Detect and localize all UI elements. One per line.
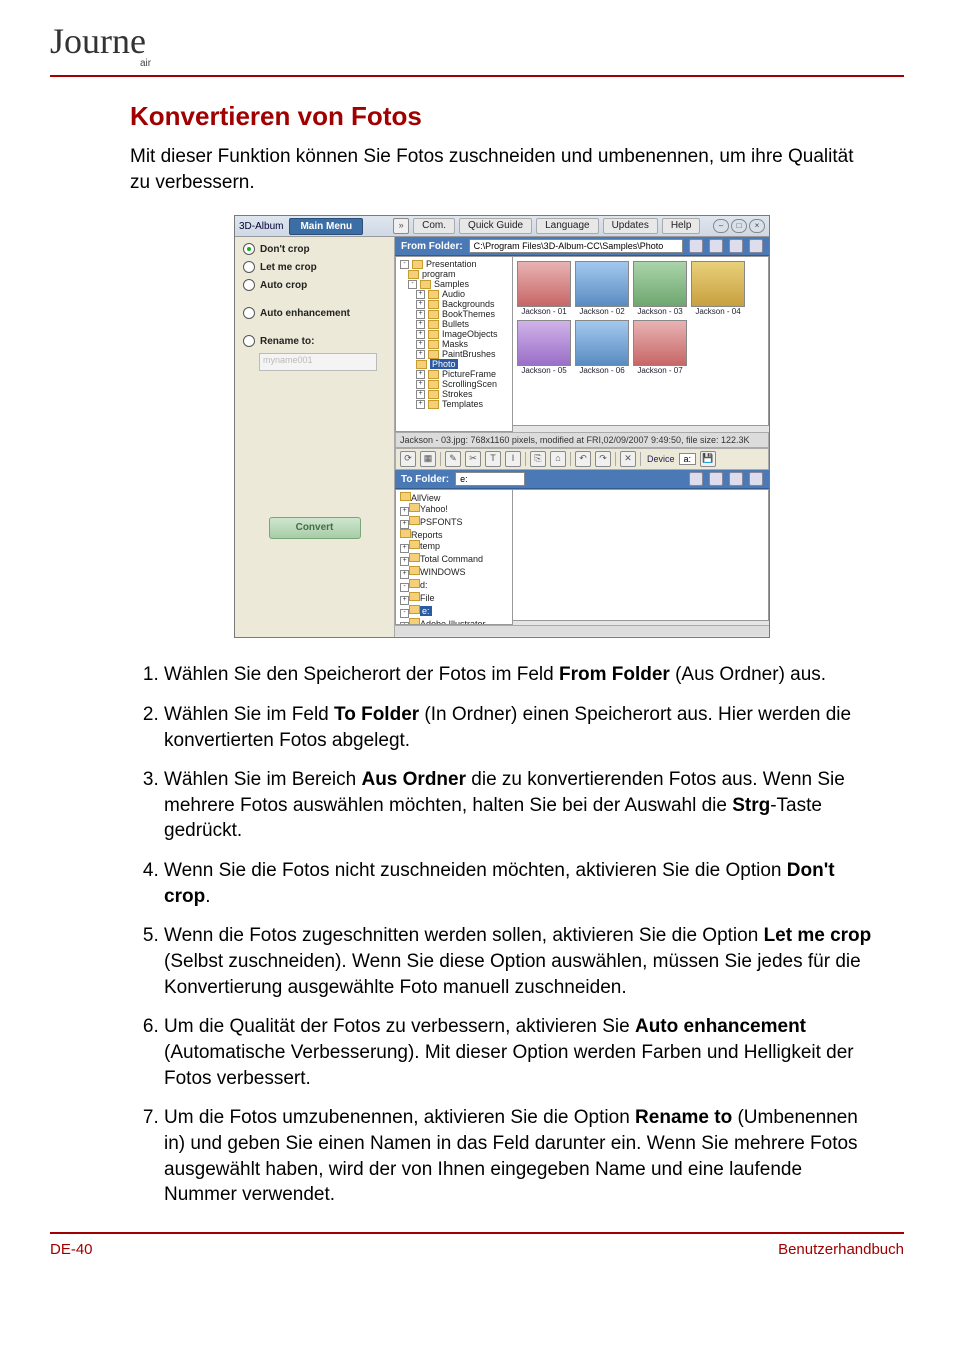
app-screenshot: 3D-Album Main Menu » Com. Quick Guide La… (234, 215, 770, 638)
close-icon[interactable]: × (749, 219, 765, 233)
from-folder-tree[interactable]: -Presentation program -Samples +Audio +B… (395, 256, 513, 432)
tool-icon[interactable] (709, 239, 723, 253)
rename-input[interactable]: myname001 (259, 353, 377, 371)
from-thumbnails[interactable]: Jackson - 01 Jackson - 02 Jackson - 03 J… (513, 256, 769, 426)
main-menu-button[interactable]: Main Menu (289, 218, 363, 235)
from-folder-path[interactable]: C:\Program Files\3D-Album-CC\Samples\Pho… (469, 239, 683, 253)
tool-icon[interactable] (729, 239, 743, 253)
tool-icon[interactable]: ⌂ (550, 451, 566, 467)
thumb[interactable]: Jackson - 05 (517, 320, 571, 375)
thumb[interactable]: Jackson - 01 (517, 261, 571, 316)
option-rename-to[interactable]: Rename to: (243, 335, 386, 347)
page-number: DE-40 (50, 1241, 93, 1258)
tool-icon[interactable] (689, 239, 703, 253)
from-folder-bar: From Folder: C:\Program Files\3D-Album-C… (395, 237, 769, 256)
menu-quick-guide[interactable]: Quick Guide (459, 218, 532, 234)
to-folder-path[interactable]: e: (455, 472, 525, 486)
tool-icon[interactable] (729, 472, 743, 486)
to-folder-bar: To Folder: e: (395, 470, 769, 489)
status-line: Jackson - 03.jpg: 768x1160 pixels, modif… (395, 432, 769, 448)
from-folder-label: From Folder: (401, 241, 463, 252)
menu-language[interactable]: Language (536, 218, 599, 234)
device-label: Device (647, 454, 675, 464)
intro-text: Mit dieser Funktion können Sie Fotos zus… (130, 144, 874, 195)
tool-icon[interactable]: ▦ (420, 451, 436, 467)
option-dont-crop[interactable]: Don't crop (243, 243, 386, 255)
redo-icon[interactable]: ↷ (595, 451, 611, 467)
device-select[interactable]: a: (679, 453, 697, 465)
thumb[interactable]: Jackson - 07 (633, 320, 687, 375)
to-folder-label: To Folder: (401, 474, 449, 485)
maximize-icon[interactable]: □ (731, 219, 747, 233)
tool-icon[interactable] (749, 239, 763, 253)
minimize-icon[interactable]: – (713, 219, 729, 233)
tool-icon[interactable] (689, 472, 703, 486)
thumb[interactable]: Jackson - 02 (575, 261, 629, 316)
delete-icon[interactable]: ✕ (620, 451, 636, 467)
header-rule (50, 75, 904, 77)
step-2: Wählen Sie im Feld To Folder (In Ordner)… (164, 702, 874, 753)
section-title: Konvertieren von Fotos (130, 101, 874, 132)
tool-icon[interactable] (709, 472, 723, 486)
toolbar: ⟳ ▦ ✎ ✂ T I ⎘ ⌂ ↶ ↷ (395, 448, 769, 470)
step-7: Um die Fotos umzubenennen, aktivieren Si… (164, 1105, 874, 1208)
device-icon[interactable]: 💾 (700, 451, 716, 467)
thumb[interactable]: Jackson - 03 (633, 261, 687, 316)
step-6: Um die Qualität der Fotos zu verbessern,… (164, 1014, 874, 1091)
step-1: Wählen Sie den Speicherort der Fotos im … (164, 662, 874, 688)
tool-icon[interactable]: T (485, 451, 501, 467)
logo: Journe air (50, 20, 904, 69)
tool-icon[interactable]: ✂ (465, 451, 481, 467)
steps-list: Wählen Sie den Speicherort der Fotos im … (130, 662, 874, 1208)
step-5: Wenn die Fotos zugeschnitten werden soll… (164, 923, 874, 1000)
menu-help[interactable]: Help (662, 218, 701, 234)
tool-icon[interactable]: ⟳ (400, 451, 416, 467)
thumb[interactable]: Jackson - 04 (691, 261, 745, 316)
menu-updates[interactable]: Updates (603, 218, 658, 234)
convert-button[interactable]: Convert (269, 517, 361, 539)
undo-icon[interactable]: ↶ (575, 451, 591, 467)
menu-com[interactable]: Com. (413, 218, 455, 234)
to-folder-tree[interactable]: AllView +Yahoo! +PSFONTS Reports +temp +… (395, 489, 513, 625)
nav-icon[interactable]: » (393, 218, 409, 234)
option-let-me-crop[interactable]: Let me crop (243, 261, 386, 273)
tool-icon[interactable]: ✎ (445, 451, 461, 467)
app-title: 3D-Album (239, 221, 283, 232)
step-4: Wenn Sie die Fotos nicht zuschneiden möc… (164, 858, 874, 909)
tool-icon[interactable]: ⎘ (530, 451, 546, 467)
to-thumbnails[interactable] (513, 489, 769, 621)
thumb[interactable]: Jackson - 06 (575, 320, 629, 375)
tool-icon[interactable] (749, 472, 763, 486)
step-3: Wählen Sie im Bereich Aus Ordner die zu … (164, 767, 874, 844)
tool-icon[interactable]: I (505, 451, 521, 467)
options-pane: Don't crop Let me crop Auto crop Auto en… (235, 237, 395, 637)
titlebar: 3D-Album Main Menu » Com. Quick Guide La… (235, 216, 769, 237)
footer-rule (50, 1232, 904, 1234)
footer-doc-title: Benutzerhandbuch (778, 1241, 904, 1258)
option-auto-enhancement[interactable]: Auto enhancement (243, 307, 386, 319)
option-auto-crop[interactable]: Auto crop (243, 279, 386, 291)
page-footer: DE-40 Benutzerhandbuch (50, 1241, 904, 1258)
